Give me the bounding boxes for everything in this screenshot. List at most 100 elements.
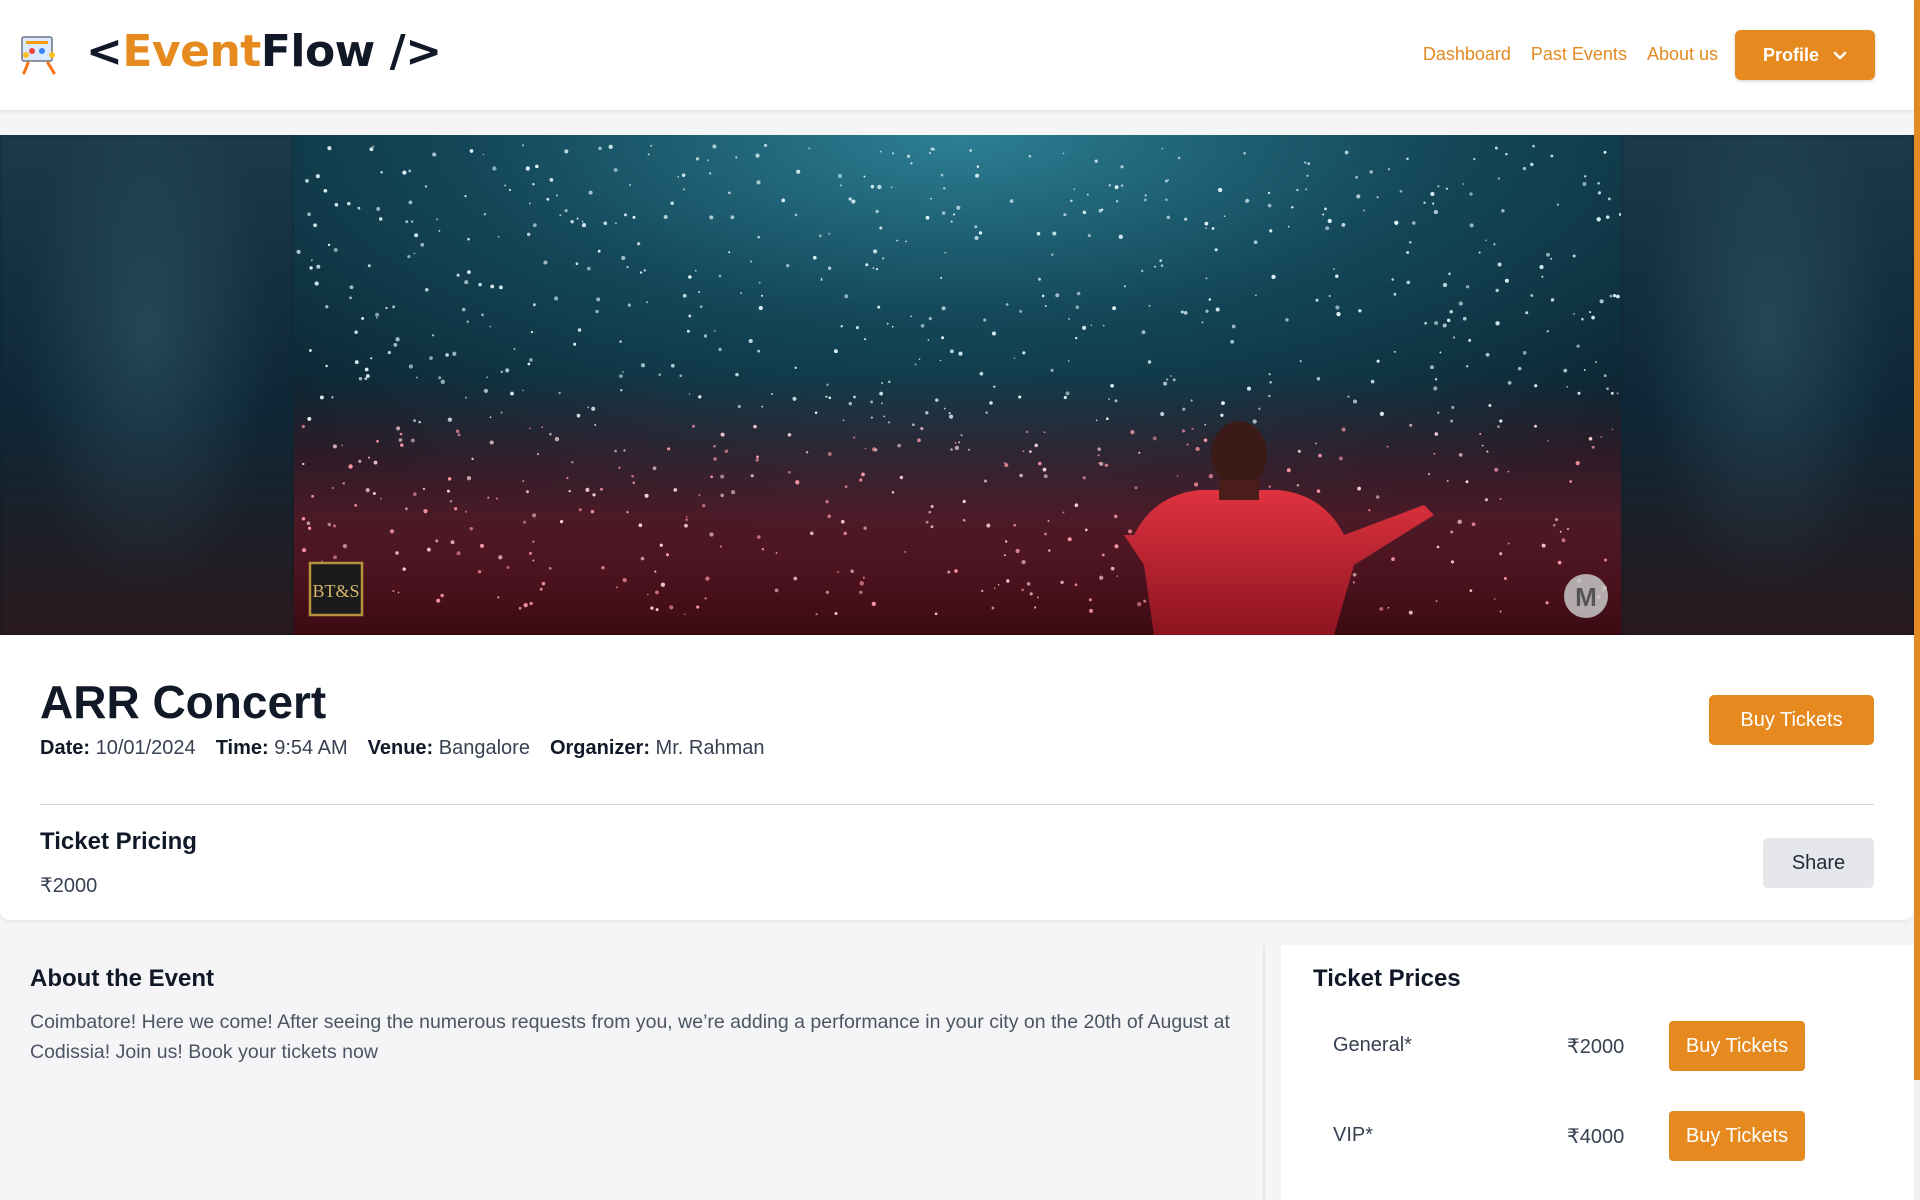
crowd-light [331, 396, 334, 399]
crowd-light [694, 269, 697, 272]
crowd-light [302, 462, 305, 466]
crowd-light [1060, 580, 1064, 585]
crowd-light [1201, 321, 1204, 324]
crowd-light [875, 209, 879, 214]
crowd-light [1433, 210, 1438, 215]
crowd-light [658, 373, 661, 376]
crowd-light [1541, 543, 1546, 548]
crowd-light [600, 487, 603, 491]
crowd-light [774, 588, 779, 593]
profile-button[interactable]: Profile [1735, 30, 1875, 80]
crowd-light [655, 608, 659, 612]
crowd-light [413, 252, 416, 255]
crowd-light [581, 223, 587, 228]
crowd-light [947, 570, 951, 574]
crowd-light [735, 156, 738, 159]
nav-link-dashboard[interactable]: Dashboard [1423, 44, 1511, 65]
crowd-light [1412, 221, 1416, 225]
crowd-light [757, 349, 761, 353]
crowd-light [670, 363, 675, 368]
share-button[interactable]: Share [1763, 838, 1874, 888]
crowd-light [1553, 523, 1556, 527]
crowd-light [805, 451, 809, 454]
section-divider [1263, 945, 1265, 1200]
crowd-light [623, 213, 627, 217]
crowd-light [665, 553, 670, 557]
crowd-light [897, 443, 901, 448]
crowd-light [848, 401, 853, 406]
chevron-down-icon [1833, 45, 1847, 66]
crowd-light [1566, 385, 1569, 388]
crowd-light [364, 377, 368, 381]
crowd-light [1466, 365, 1469, 368]
crowd-light [466, 320, 469, 323]
crowd-light [1497, 177, 1501, 180]
buy-vip-button[interactable]: Buy Tickets [1669, 1111, 1805, 1161]
crowd-light [395, 551, 399, 555]
crowd-light [1328, 294, 1331, 298]
crowd-light [882, 257, 885, 260]
crowd-light [944, 251, 947, 254]
crowd-light [718, 347, 722, 352]
crowd-light [899, 475, 904, 480]
crowd-light [993, 385, 996, 388]
nav-link-past-events[interactable]: Past Events [1531, 44, 1627, 65]
scrollbar-thumb[interactable] [1914, 0, 1920, 1080]
crowd-light [827, 451, 832, 457]
crowd-light [1138, 451, 1141, 454]
logo-icon[interactable] [18, 33, 62, 77]
brand-rest: Flow /> [260, 26, 442, 77]
crowd-light [685, 515, 688, 518]
crowd-light [1408, 610, 1413, 615]
buy-tickets-button[interactable]: Buy Tickets [1709, 695, 1874, 745]
crowd-light [683, 188, 686, 191]
crowd-light [1379, 606, 1384, 611]
crowd-light [703, 334, 708, 338]
crowd-light [1009, 199, 1014, 203]
crowd-light [989, 401, 993, 405]
crowd-light [825, 499, 829, 504]
crowd-light [842, 419, 845, 422]
crowd-light [1424, 321, 1427, 325]
crowd-light [1576, 344, 1580, 348]
crowd-light [886, 322, 889, 325]
brand-logo[interactable]: <EventFlow /> [86, 26, 442, 77]
crowd-light [928, 151, 932, 155]
crowd-light [378, 217, 383, 221]
crowd-light [1375, 495, 1380, 499]
crowd-light [904, 550, 906, 553]
crowd-light [814, 411, 818, 414]
crowd-light [529, 427, 531, 430]
ticket-row-general: General* ₹2000 Buy Tickets [1333, 1021, 1853, 1071]
crowd-light [1087, 234, 1091, 238]
crowd-light [647, 153, 650, 156]
buy-general-button[interactable]: Buy Tickets [1669, 1021, 1805, 1071]
crowd-light [332, 524, 337, 528]
crowd-light [757, 535, 761, 539]
crowd-light [792, 396, 797, 401]
crowd-light [1486, 450, 1489, 453]
crowd-light [555, 194, 558, 197]
crowd-light [1616, 392, 1619, 395]
crowd-light [667, 447, 671, 451]
crowd-light [349, 285, 354, 290]
crowd-light [597, 249, 601, 253]
nav-link-about-us[interactable]: About us [1647, 44, 1718, 65]
crowd-light [418, 420, 421, 424]
crowd-light [1577, 391, 1581, 395]
crowd-light [1333, 268, 1335, 270]
crowd-light [720, 474, 725, 479]
crowd-light [581, 220, 584, 223]
crowd-light [622, 577, 627, 583]
crowd-light [325, 364, 328, 368]
crowd-light [445, 353, 449, 357]
crowd-light [875, 267, 879, 271]
crowd-light [585, 487, 590, 492]
crowd-light [1195, 446, 1200, 452]
crowd-light [737, 404, 741, 409]
crowd-light [677, 175, 680, 178]
crowd-light [663, 214, 668, 220]
crowd-light [1094, 159, 1098, 163]
crowd-light [1458, 301, 1463, 306]
crowd-light [650, 144, 653, 147]
